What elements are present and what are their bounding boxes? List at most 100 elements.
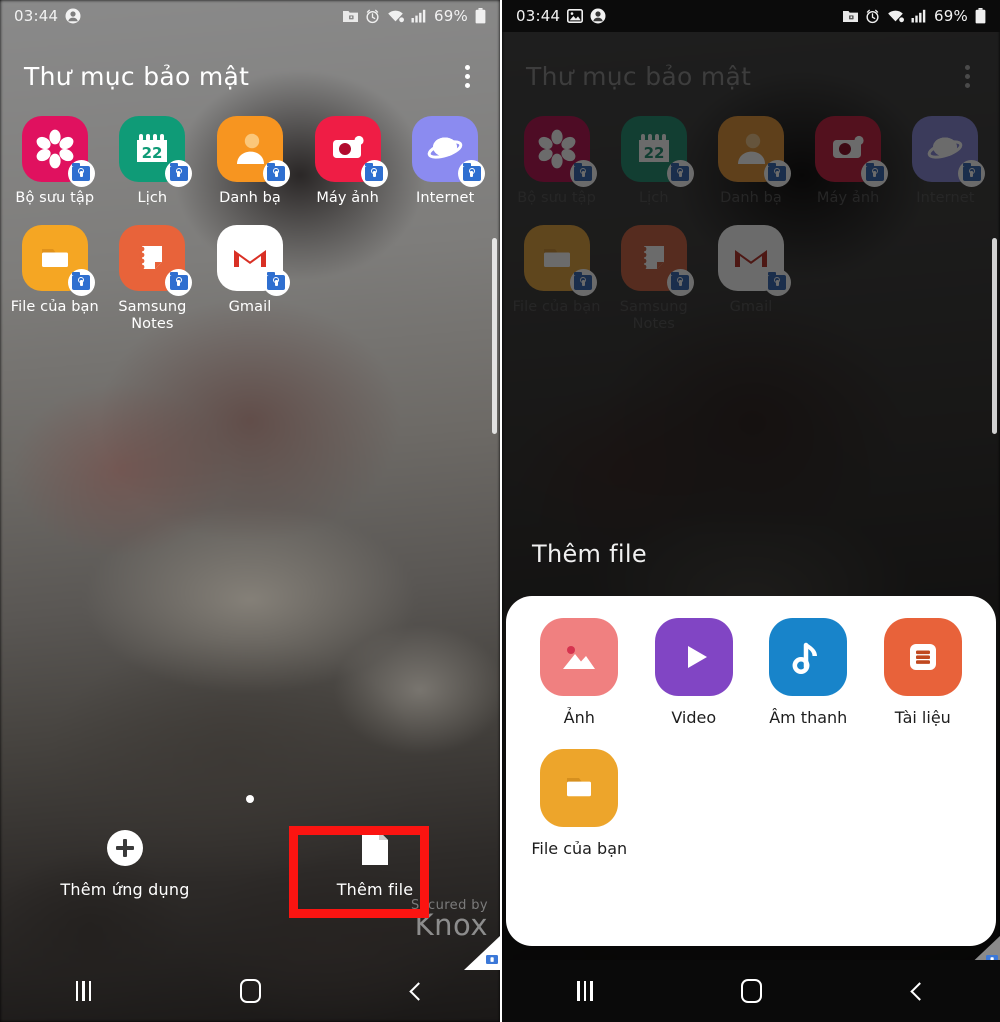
app-label: Gmail	[228, 299, 272, 316]
secure-folder-badge	[763, 160, 791, 187]
app-grid: Bộ sưu tập 22 Lịch Danh bạ Máy ảnh Inter…	[502, 116, 1000, 333]
secure-folder-badge	[458, 160, 486, 187]
recents-button[interactable]	[0, 960, 167, 1022]
status-bar-left: 03:44	[516, 7, 606, 25]
status-bar-right: 69%	[343, 7, 486, 25]
app-label: Máy ảnh	[316, 190, 379, 206]
home-icon	[740, 979, 762, 1003]
add-file-bottom-sheet: Ảnh Video Âm thanh Tài liệu File của bạn	[506, 596, 996, 946]
app-icon-wrap	[523, 225, 597, 297]
sheet-item-my-files[interactable]: File của bạn	[522, 749, 637, 858]
secure-folder-badge	[67, 160, 95, 187]
secure-folder-badge	[262, 160, 290, 187]
wifi-icon	[888, 10, 905, 23]
sheet-item-documents[interactable]: Tài liệu	[866, 618, 981, 727]
alarm-icon	[366, 9, 379, 23]
sheet-item-audio[interactable]: Âm thanh	[751, 618, 866, 727]
app-item-gmail[interactable]: Gmail	[201, 225, 299, 333]
back-button[interactable]	[834, 960, 1000, 1022]
page-dot[interactable]	[246, 795, 254, 803]
app-icon-wrap	[216, 225, 290, 297]
app-item-internet[interactable]: Internet	[897, 116, 994, 207]
vertical-scrollbar[interactable]	[492, 238, 497, 434]
app-grid: Bộ sưu tập 22 Lịch Danh bạ Máy ảnh Inter…	[0, 116, 500, 333]
secure-folder-badge	[666, 269, 694, 297]
sheet-grid: Ảnh Video Âm thanh Tài liệu File của bạn	[522, 618, 980, 858]
document-icon	[883, 618, 962, 696]
app-item-gallery[interactable]: Bộ sưu tập	[6, 116, 104, 207]
app-icon-wrap	[119, 225, 193, 297]
app-item-contacts[interactable]: Danh bạ	[201, 116, 299, 207]
battery-percent: 69%	[434, 7, 468, 25]
home-button[interactable]	[668, 960, 834, 1022]
video-icon	[654, 618, 733, 696]
app-item-my-files[interactable]: File của bạn	[508, 225, 605, 333]
navigation-bar	[502, 960, 1000, 1022]
my-files-icon	[540, 749, 619, 827]
app-label: File của bạn	[512, 299, 601, 316]
app-item-calendar[interactable]: 22 Lịch	[605, 116, 702, 207]
secure-folder-badge	[262, 269, 290, 297]
sheet-item-photos[interactable]: Ảnh	[522, 618, 637, 727]
app-icon-wrap	[912, 116, 986, 187]
page-title: Thư mục bảo mật	[24, 61, 250, 91]
app-header: Thư mục bảo mật	[0, 46, 500, 106]
secure-folder-badge	[666, 160, 694, 187]
calendar-day: 22	[643, 144, 664, 162]
image-icon	[567, 9, 584, 23]
dual-screenshot-stage: 03:44 69% Thư mục bảo mật Bộ sưu tập 22 …	[0, 0, 1000, 1022]
signal-icon	[911, 9, 926, 23]
app-item-gmail[interactable]: Gmail	[702, 225, 799, 333]
app-icon-wrap: 22	[620, 116, 694, 187]
app-item-internet[interactable]: Internet	[396, 116, 494, 207]
kebab-menu-icon[interactable]	[459, 59, 476, 94]
app-item-gallery[interactable]: Bộ sưu tập	[508, 116, 605, 207]
back-button[interactable]	[333, 960, 500, 1022]
secure-folder-icon	[343, 11, 359, 22]
home-button[interactable]	[167, 960, 334, 1022]
status-bar-left: 03:44	[14, 7, 81, 25]
add-file-button[interactable]: Thêm file	[250, 830, 500, 922]
app-item-camera[interactable]: Máy ảnh	[299, 116, 397, 207]
page-indicator	[0, 795, 500, 803]
sheet-item-label: Video	[671, 708, 717, 727]
app-label: Internet	[415, 190, 475, 206]
back-icon	[409, 981, 428, 1001]
secure-folder-badge	[67, 269, 95, 297]
secure-folder-badge	[360, 160, 388, 187]
photo-icon	[540, 618, 619, 696]
app-label: Bộ sưu tập	[15, 190, 95, 206]
sheet-item-label: Tài liệu	[894, 708, 951, 727]
app-icon-wrap	[314, 116, 388, 187]
recents-button[interactable]	[502, 960, 668, 1022]
app-item-calendar[interactable]: 22 Lịch	[104, 116, 202, 207]
app-label: Lịch	[638, 190, 669, 206]
app-label: Lịch	[137, 190, 168, 206]
app-item-camera[interactable]: Máy ảnh	[800, 116, 897, 207]
status-clock: 03:44	[516, 7, 561, 25]
wifi-icon	[388, 10, 405, 23]
app-icon-wrap	[21, 116, 95, 187]
app-icon-wrap	[216, 116, 290, 187]
plus-circle-icon	[107, 830, 143, 866]
secure-folder-badge	[861, 160, 889, 187]
app-icon-wrap	[815, 116, 889, 187]
vertical-scrollbar[interactable]	[992, 238, 997, 434]
signal-icon	[411, 9, 426, 23]
app-item-contacts[interactable]: Danh bạ	[702, 116, 799, 207]
status-bar: 03:44 69%	[502, 0, 1000, 32]
home-icon	[239, 979, 261, 1003]
app-header: Thư mục bảo mật	[502, 46, 1000, 106]
recents-icon	[75, 981, 92, 1001]
sheet-item-video[interactable]: Video	[637, 618, 752, 727]
kebab-menu-icon[interactable]	[959, 59, 976, 94]
app-icon-wrap	[620, 225, 694, 297]
app-item-my-files[interactable]: File của bạn	[6, 225, 104, 333]
add-app-button[interactable]: Thêm ứng dụng	[0, 830, 250, 922]
app-item-samsung-notes[interactable]: Samsung Notes	[605, 225, 702, 333]
account-icon	[590, 8, 606, 24]
app-item-samsung-notes[interactable]: Samsung Notes	[104, 225, 202, 333]
page-title: Thư mục bảo mật	[526, 61, 752, 91]
app-icon-wrap	[523, 116, 597, 187]
sheet-item-label: Âm thanh	[769, 708, 848, 727]
